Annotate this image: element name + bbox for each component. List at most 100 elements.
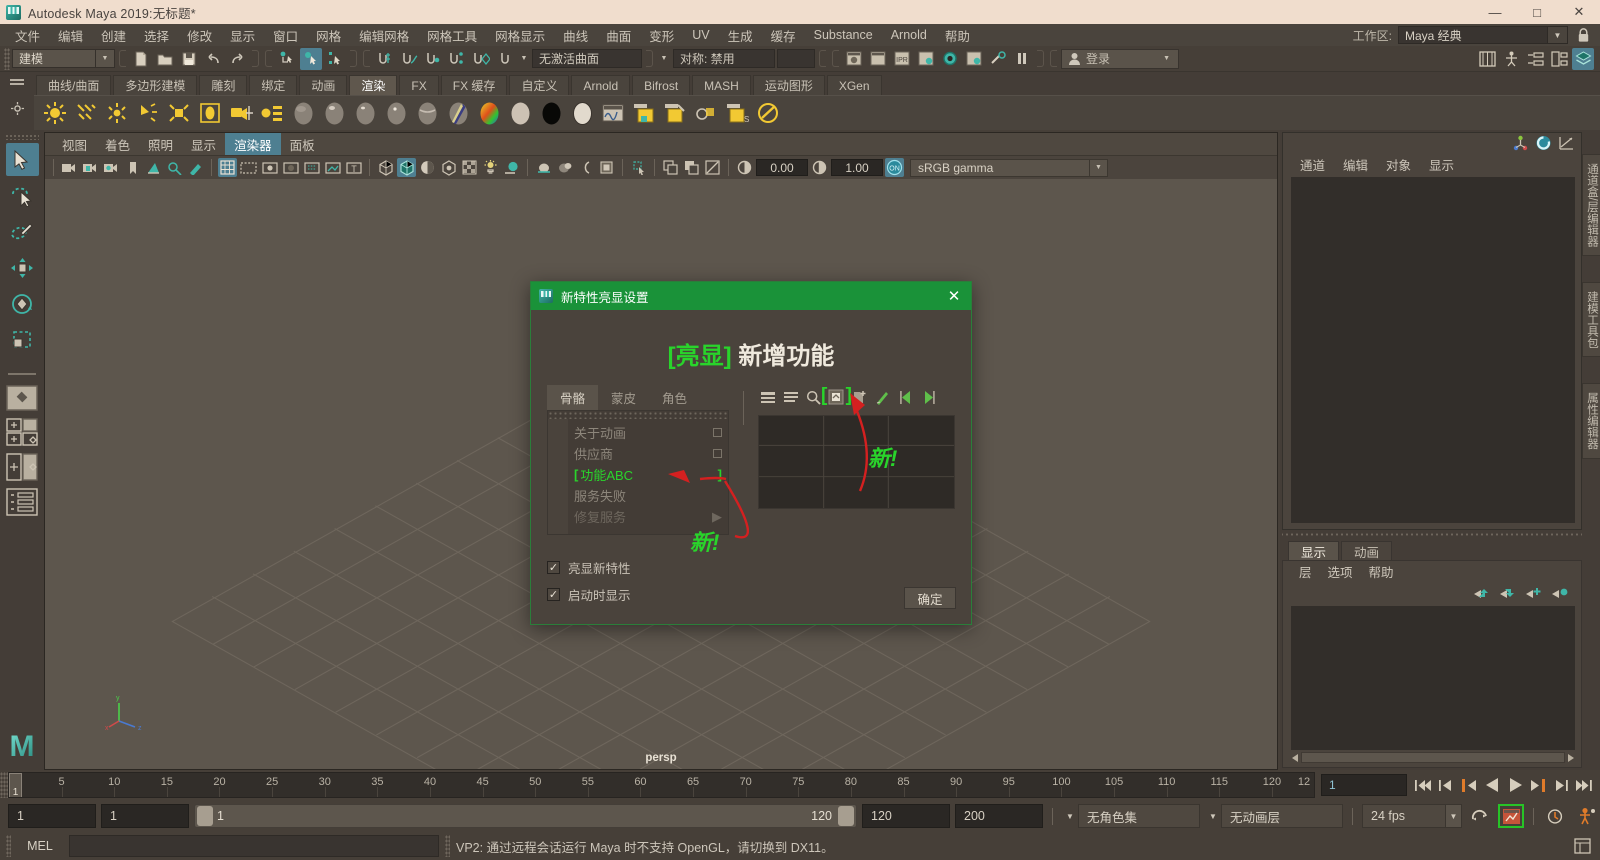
- step-back-frame-icon[interactable]: [1459, 775, 1479, 795]
- render-current-frame-icon[interactable]: [843, 48, 865, 70]
- go-to-end-icon[interactable]: [1574, 775, 1594, 795]
- menu-item-generate[interactable]: 生成: [719, 24, 762, 47]
- move-layer-down-icon[interactable]: [1499, 587, 1517, 600]
- command-input[interactable]: [69, 835, 439, 857]
- select-camera-icon[interactable]: [60, 158, 79, 177]
- select-hierarchy-icon[interactable]: [276, 48, 298, 70]
- shelf-tab-rendering[interactable]: 渲染: [349, 75, 398, 95]
- range-slider-right-grip[interactable]: [838, 806, 854, 826]
- render-settings-icon[interactable]: [259, 100, 285, 126]
- maximize-button[interactable]: □: [1516, 0, 1558, 24]
- menu-item-cache[interactable]: 缓存: [762, 24, 805, 47]
- spot-light-icon[interactable]: [135, 100, 161, 126]
- select-tool-icon[interactable]: [5, 143, 39, 176]
- lighting-icon[interactable]: [460, 158, 479, 177]
- resolution-gate-icon[interactable]: [260, 158, 279, 177]
- step-back-key-icon[interactable]: [1436, 775, 1456, 795]
- auto-keyframe-icon[interactable]: [1498, 804, 1524, 828]
- feature-tab-character[interactable]: 角色: [649, 385, 700, 410]
- menu-item-file[interactable]: 文件: [6, 24, 49, 47]
- textured-icon[interactable]: [439, 158, 458, 177]
- scroll-left-icon[interactable]: [1291, 753, 1299, 763]
- play-forwards-icon[interactable]: [1505, 775, 1525, 795]
- batch-render-icon[interactable]: [631, 100, 657, 126]
- shading-map-icon[interactable]: [569, 100, 595, 126]
- channel-box-body[interactable]: [1291, 177, 1575, 523]
- highlight-new-features-checkbox[interactable]: ✓ 亮显新特性: [547, 558, 955, 577]
- single-pane-layout-icon[interactable]: [4, 383, 40, 413]
- panel-menu-shading[interactable]: 着色: [96, 133, 139, 156]
- script-editor-icon[interactable]: [1570, 835, 1594, 857]
- new-scene-icon[interactable]: [130, 48, 152, 70]
- shelf-tab-bifrost[interactable]: Bifrost: [632, 75, 691, 95]
- list-item[interactable]: 供应商: [568, 443, 728, 464]
- menu-item-display[interactable]: 显示: [221, 24, 264, 47]
- show-manipulator-icon[interactable]: [1512, 135, 1529, 151]
- menu-item-select[interactable]: 选择: [135, 24, 178, 47]
- chevron-down-icon[interactable]: ▼: [1062, 804, 1078, 828]
- render-sequence-icon[interactable]: [867, 48, 889, 70]
- chevron-down-icon[interactable]: ▼: [96, 49, 115, 68]
- current-frame-field[interactable]: 1: [1321, 774, 1407, 796]
- shelf-menu-icon[interactable]: [10, 78, 24, 88]
- menu-item-mesh-display[interactable]: 网格显示: [486, 24, 554, 47]
- four-pane-layout-icon[interactable]: [4, 416, 40, 448]
- dock-splitter[interactable]: [1282, 530, 1582, 539]
- workspace-value[interactable]: Maya 经典: [1398, 26, 1548, 44]
- channel-menu-object[interactable]: 对象: [1377, 154, 1420, 175]
- shelf-tab-fx-cache[interactable]: FX 缓存: [440, 75, 508, 95]
- rotate-tool-icon[interactable]: [6, 287, 39, 320]
- list-item[interactable]: 关于动画: [568, 422, 728, 443]
- side-tab-channel-box[interactable]: 通道盒/层编辑器: [1582, 154, 1600, 256]
- anisotropic-icon[interactable]: [414, 100, 440, 126]
- shelf-tab-arnold[interactable]: Arnold: [571, 75, 631, 95]
- menu-item-deform[interactable]: 变形: [640, 24, 683, 47]
- chevron-down-icon[interactable]: ▼: [1090, 158, 1108, 177]
- shelf-tab-animation[interactable]: 动画: [299, 75, 348, 95]
- shadows-icon[interactable]: [481, 158, 500, 177]
- directional-light-icon[interactable]: [73, 100, 99, 126]
- shelf-tab-curves-surfaces[interactable]: 曲线/曲面: [36, 75, 112, 95]
- menu-item-mesh-tools[interactable]: 网格工具: [418, 24, 486, 47]
- open-scene-icon[interactable]: [154, 48, 176, 70]
- gamma-icon[interactable]: [810, 158, 829, 177]
- channel-menu-show[interactable]: 显示: [1420, 154, 1463, 175]
- command-line-grip[interactable]: [6, 835, 11, 857]
- volume-light-icon[interactable]: [197, 100, 223, 126]
- chevron-down-icon[interactable]: ▼: [657, 55, 671, 62]
- two-d-pan-zoom-icon[interactable]: [165, 158, 184, 177]
- ipr-render-icon[interactable]: IPR: [891, 48, 913, 70]
- shelf-tab-motion-graphics[interactable]: 运动图形: [752, 75, 825, 95]
- step-forward-key-icon[interactable]: [1551, 775, 1571, 795]
- hypershade-icon[interactable]: [600, 100, 626, 126]
- range-slider-left-grip[interactable]: [197, 806, 213, 826]
- character-set-field[interactable]: 无角色集: [1078, 804, 1200, 828]
- shelf-options-icon[interactable]: [10, 102, 24, 115]
- xray-joints-icon[interactable]: [629, 158, 648, 177]
- tool-settings-icon[interactable]: [1548, 48, 1570, 70]
- active-surface-field[interactable]: 无激活曲面: [532, 49, 642, 68]
- outliner-toggle-icon[interactable]: [1572, 47, 1594, 70]
- fps-field[interactable]: 24 fps: [1362, 804, 1446, 828]
- shelf-tab-xgen[interactable]: XGen: [826, 75, 882, 95]
- animation-preferences-icon[interactable]: [1543, 804, 1569, 828]
- camera-icon[interactable]: [228, 100, 254, 126]
- ramp-shader-icon[interactable]: [476, 100, 502, 126]
- login-button[interactable]: 登录 ▼: [1061, 48, 1179, 69]
- checkbox-icon[interactable]: [713, 449, 722, 458]
- render-sequence-icon[interactable]: [662, 100, 688, 126]
- list-item[interactable]: 服务失败: [568, 485, 728, 506]
- render-settings-2-icon[interactable]: S: [724, 100, 750, 126]
- panel-menu-show[interactable]: 显示: [182, 133, 225, 156]
- list-item[interactable]: 修复服务 ▶: [568, 506, 728, 527]
- ipr-icon[interactable]: [693, 100, 719, 126]
- channel-box-toggle-icon[interactable]: [1476, 48, 1498, 70]
- layer-horizontal-scrollbar[interactable]: [1283, 752, 1581, 767]
- status-blank-field[interactable]: [777, 49, 815, 68]
- checkbox-icon[interactable]: ✓: [547, 561, 560, 574]
- menu-item-edit[interactable]: 编辑: [49, 24, 92, 47]
- render-view-icon[interactable]: [963, 48, 985, 70]
- two-pane-split-icon[interactable]: [4, 451, 40, 483]
- checkbox-icon[interactable]: [713, 428, 722, 437]
- snap-view-plane-icon[interactable]: [470, 48, 492, 70]
